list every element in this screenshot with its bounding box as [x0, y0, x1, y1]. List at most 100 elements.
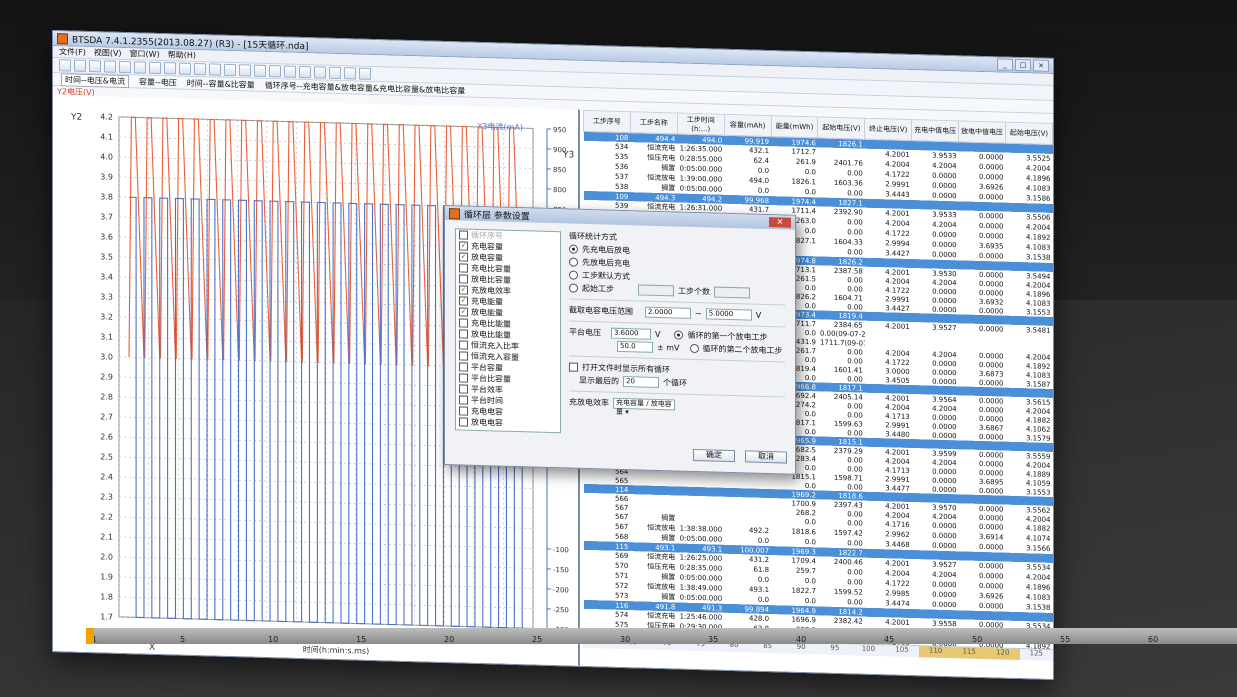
checkbox[interactable] — [459, 373, 468, 383]
dialog-options: 循环统计方式 先充电后放电 先放电后充电 工步默认方式 起始工步 工步个数 截取… — [569, 229, 785, 416]
radio-default-step[interactable] — [569, 270, 578, 280]
grid-icon[interactable] — [119, 60, 131, 74]
checkbox[interactable] — [459, 340, 468, 350]
radio-charge-first[interactable] — [569, 244, 578, 254]
checkbox[interactable] — [459, 263, 468, 273]
table-header-cell[interactable]: 工步时间(h:...) — [677, 112, 725, 136]
option-start-step-label: 起始工步 — [582, 283, 614, 294]
y2-tick-label: 4.1 — [100, 132, 113, 141]
hscale-tick: 95 — [830, 643, 840, 652]
settings-icon[interactable] — [239, 64, 251, 77]
range-tilde: ~ — [695, 309, 702, 319]
pointer-icon[interactable] — [74, 59, 86, 72]
checkbox[interactable] — [459, 274, 468, 284]
cursor-icon[interactable] — [299, 65, 311, 79]
table-header-cell[interactable]: 放电中值电压 — [958, 120, 1006, 144]
menu-window[interactable]: 窗口(W) — [130, 48, 160, 60]
table-icon[interactable] — [329, 66, 341, 80]
zoom-out-icon[interactable] — [104, 60, 116, 73]
cancel-button[interactable]: 取消 — [745, 450, 787, 464]
checklist-item[interactable]: 放电电容 — [456, 416, 560, 430]
menu-view[interactable]: 视图(V) — [94, 47, 122, 59]
forward-icon[interactable] — [269, 65, 281, 78]
menu-help[interactable]: 帮助(H) — [168, 49, 196, 61]
platform-voltage-input[interactable]: 3.6000 — [611, 327, 651, 340]
redo-icon[interactable] — [149, 61, 161, 75]
checkbox[interactable] — [459, 406, 468, 416]
y3-tick-label: -100 — [553, 546, 569, 554]
efficiency-select[interactable]: 充电容量 / 放电容量 ▾ — [613, 397, 675, 416]
tab-time-capacity[interactable]: 时间--容量&比容量 — [187, 77, 255, 90]
export-icon[interactable] — [344, 67, 356, 80]
column-checklist[interactable]: 循环序号 ✓ 充电容量 ✓ 放电容量 充电比容量 放电比容量 ✓ 充放电效率 ✓ 充电能量 ✓ 放电能量… — [455, 228, 561, 434]
checkbox[interactable]: ✓ — [459, 285, 468, 295]
y2-tick-label: 2.8 — [100, 392, 113, 401]
table-header-cell[interactable]: 能量(mWh) — [771, 115, 818, 138]
en-icon[interactable] — [284, 65, 296, 78]
radio-discharge-first[interactable] — [569, 257, 578, 267]
checkbox[interactable] — [459, 351, 468, 361]
checkbox[interactable]: ✓ — [459, 241, 468, 251]
checkbox[interactable] — [459, 384, 468, 394]
line-icon[interactable] — [164, 62, 176, 75]
table-header-cell[interactable]: 终止电压(V) — [864, 118, 912, 141]
start-step-input[interactable] — [638, 284, 674, 297]
checkbox[interactable] — [459, 230, 468, 240]
radio-second-discharge[interactable] — [689, 343, 699, 354]
ruler-tick: 15 — [356, 635, 367, 644]
save-icon[interactable] — [209, 63, 221, 76]
checklist-item-label: 放电电容 — [471, 417, 503, 428]
show-last-input[interactable]: 20 — [623, 375, 659, 389]
tab-time-voltage-current[interactable]: 时间--电压&电流 — [61, 72, 130, 88]
maximize-button[interactable]: □ — [1015, 58, 1031, 72]
radio-first-discharge[interactable] — [674, 330, 684, 340]
range-to-input[interactable]: 5.0000 — [705, 308, 752, 321]
back-icon[interactable] — [254, 64, 266, 77]
radio-start-step[interactable] — [569, 283, 578, 293]
ruler-tick: 55 — [1060, 635, 1071, 644]
checklist-item-label: 充电能量 — [471, 296, 503, 307]
table-header-cell[interactable]: 起始电压(V) — [1005, 122, 1053, 145]
y2-tick-label: 4.0 — [100, 152, 113, 161]
filter-icon[interactable] — [179, 62, 191, 75]
checkbox[interactable]: ✓ — [459, 296, 468, 306]
list-icon[interactable] — [314, 66, 326, 79]
table-header-cell[interactable]: 容量(mAh) — [724, 114, 772, 137]
menu-file[interactable]: 文件(F) — [59, 46, 86, 58]
checkbox[interactable] — [459, 329, 468, 339]
range-from-input[interactable]: 2.0000 — [645, 306, 691, 319]
y2-tick-label: 2.2 — [100, 512, 113, 521]
undo-icon[interactable] — [134, 61, 146, 74]
checkbox[interactable] — [459, 318, 468, 328]
checkbox[interactable] — [459, 417, 468, 427]
excel-icon[interactable] — [359, 67, 371, 80]
bottom-ruler[interactable]: 1 5 10 15 20 25 30 35 40 45 50 55 60 — [86, 628, 1237, 644]
platform-tol-input[interactable]: 50.0 — [617, 340, 653, 353]
ruler-handle[interactable] — [86, 628, 94, 644]
open-icon[interactable] — [59, 59, 71, 72]
checkbox[interactable]: ✓ — [459, 307, 468, 317]
ok-button[interactable]: 确定 — [693, 448, 735, 463]
table-header-cell[interactable]: 工步名称 — [630, 111, 678, 134]
show-all-checkbox[interactable] — [569, 362, 578, 372]
table-header-cell[interactable]: 充电中值电压 — [911, 119, 959, 142]
ruler-tick: 25 — [532, 635, 543, 644]
checkbox[interactable] — [459, 395, 468, 405]
print-icon[interactable] — [224, 63, 236, 77]
table-header-cell[interactable]: 起始电压(V) — [817, 116, 865, 140]
checklist-item-label: 循环序号 — [471, 230, 503, 241]
step-count-input[interactable] — [714, 286, 750, 299]
platform-opt1-label: 循环的第一个放电工步 — [687, 330, 768, 343]
ruler-tick: 10 — [268, 635, 279, 644]
close-button[interactable]: × — [1033, 59, 1049, 72]
dialog-close-button[interactable]: ✕ — [769, 217, 791, 228]
range-unit: V — [755, 310, 762, 320]
zoom-in-icon[interactable] — [89, 60, 101, 73]
checkbox[interactable]: ✓ — [459, 252, 468, 262]
checkbox[interactable] — [459, 362, 468, 372]
checklist-item-label: 平台时间 — [471, 395, 503, 406]
folder-icon[interactable] — [194, 62, 206, 76]
minimize-button[interactable]: _ — [997, 58, 1013, 71]
table-header-cell[interactable]: 工步序号 — [583, 110, 631, 133]
tab-capacity-voltage[interactable]: 容量--电压 — [139, 76, 177, 88]
